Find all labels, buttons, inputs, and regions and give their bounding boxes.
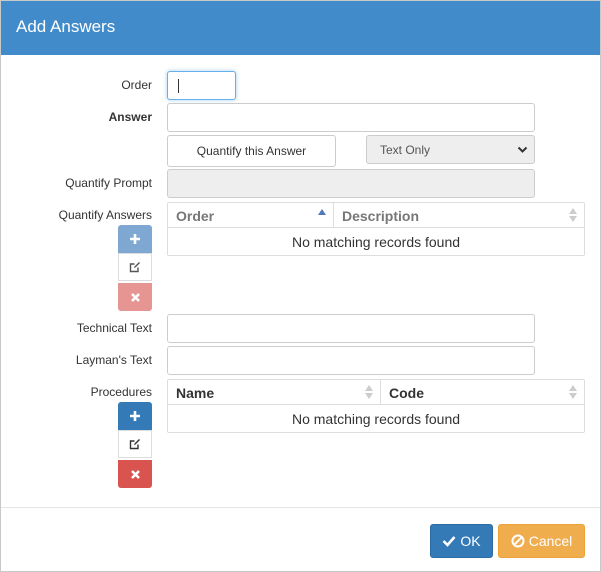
plus-icon xyxy=(130,411,140,421)
order-label: Order xyxy=(121,78,152,92)
quantify-empty-message: No matching records found xyxy=(291,234,461,250)
procedures-label: Procedures xyxy=(90,385,152,399)
column-header-name-label: Name xyxy=(176,385,215,401)
sort-icon xyxy=(365,385,373,399)
answer-label: Answer xyxy=(108,110,152,124)
laymans-text-label: Layman's Text xyxy=(75,353,152,367)
quantify-remove-button[interactable] xyxy=(118,283,152,311)
sort-asc-icon xyxy=(318,209,326,215)
times-icon xyxy=(130,292,140,302)
text-type-select-value: Text Only xyxy=(380,142,431,157)
technical-text-label: Technical Text xyxy=(76,321,152,335)
quantify-prompt-label: Quantify Prompt xyxy=(65,176,152,190)
dialog-header: Add Answers xyxy=(1,1,600,55)
add-answers-dialog: Add Answers Order Answer Quantify this A… xyxy=(0,0,601,572)
column-header-code[interactable]: Code xyxy=(381,380,584,405)
quantify-answer-button-label: Quantify this Answer xyxy=(196,144,307,158)
column-header-code-label: Code xyxy=(389,385,424,401)
procedures-remove-button[interactable] xyxy=(118,460,152,488)
column-header-description[interactable]: Description xyxy=(334,203,584,228)
plus-icon xyxy=(130,234,140,244)
quantify-answer-button[interactable]: Quantify this Answer xyxy=(167,135,336,167)
times-icon xyxy=(130,469,140,479)
laymans-text-input[interactable] xyxy=(167,346,535,375)
sort-icon xyxy=(569,385,577,399)
dialog-title: Add Answers xyxy=(16,17,116,36)
technical-text-input[interactable] xyxy=(167,314,535,343)
column-header-order-label: Order xyxy=(176,208,215,224)
quantify-answers-label: Quantify Answers xyxy=(58,208,152,222)
edit-icon xyxy=(129,439,140,450)
text-type-select[interactable]: Text Only xyxy=(366,135,535,164)
edit-icon xyxy=(129,262,140,273)
procedures-add-button[interactable] xyxy=(118,402,152,430)
quantify-add-button[interactable] xyxy=(118,225,152,253)
quantify-edit-button[interactable] xyxy=(118,253,152,281)
procedures-edit-button[interactable] xyxy=(118,430,152,458)
sort-icon xyxy=(569,208,577,222)
chevron-down-icon xyxy=(517,146,528,153)
check-icon xyxy=(442,536,456,547)
procedures-empty-message: No matching records found xyxy=(291,411,461,427)
column-header-order[interactable]: Order xyxy=(168,203,334,228)
ok-button-label: OK xyxy=(460,533,481,549)
order-input[interactable] xyxy=(167,71,236,100)
procedures-table: Name Code No matching records found xyxy=(167,379,585,433)
ban-icon xyxy=(511,534,525,548)
ok-button[interactable]: OK xyxy=(430,524,493,558)
column-header-description-label: Description xyxy=(342,208,420,224)
footer-divider xyxy=(1,507,600,508)
column-header-name[interactable]: Name xyxy=(168,380,381,405)
answer-input[interactable] xyxy=(167,103,535,132)
cancel-button[interactable]: Cancel xyxy=(498,524,585,558)
text-caret xyxy=(178,79,179,93)
cancel-button-label: Cancel xyxy=(528,533,573,549)
quantify-prompt-input[interactable] xyxy=(167,169,535,198)
quantify-answers-table: Order Description No matching records fo… xyxy=(167,202,585,256)
